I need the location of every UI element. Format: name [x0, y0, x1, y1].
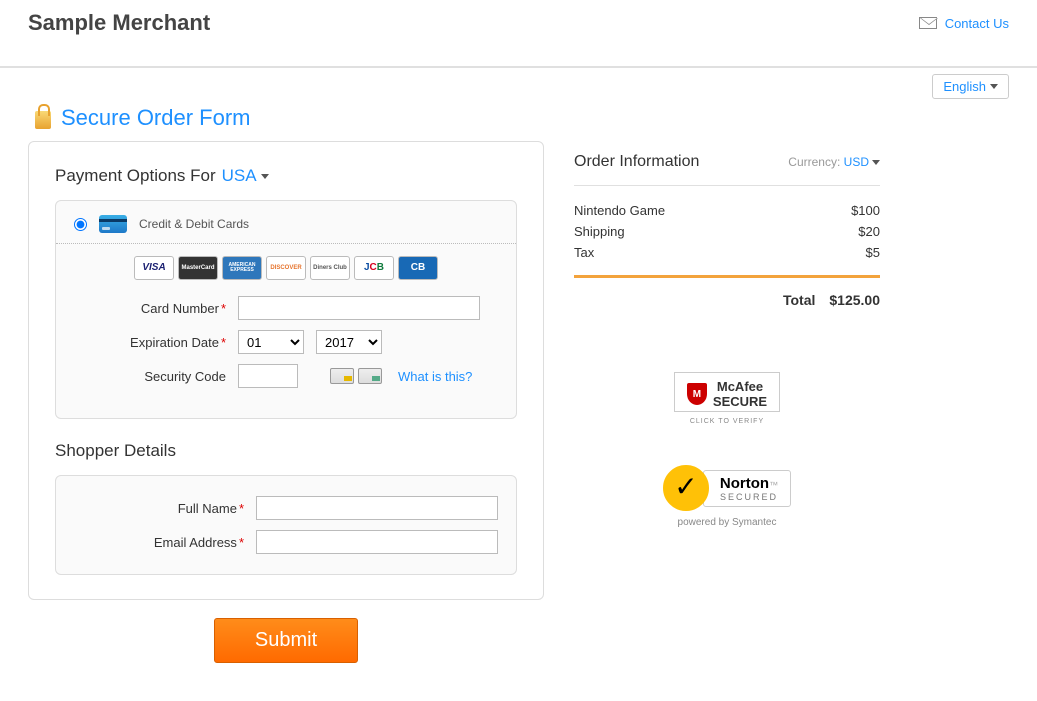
merchant-name: Sample Merchant: [28, 10, 210, 36]
mcafee-shield-icon: M: [687, 383, 707, 405]
chevron-down-icon: [261, 174, 269, 179]
amex-logo: AMERICAN EXPRESS: [222, 256, 262, 280]
full-name-input[interactable]: [256, 496, 498, 520]
payment-country: USA: [222, 166, 257, 186]
order-items-list: Nintendo Game $100 Shipping $20 Tax $5: [574, 186, 880, 278]
credit-card-icon: [99, 215, 127, 233]
mcafee-verify-label: CLICK TO VERIFY: [674, 418, 780, 425]
mcafee-badge: M McAfee SECURE: [674, 372, 780, 412]
email-input[interactable]: [256, 530, 498, 554]
what-is-this-link[interactable]: What is this?: [398, 369, 472, 384]
card-number-row: Card Number*: [56, 296, 516, 320]
order-line: Tax $5: [574, 242, 880, 263]
order-total-amount: $125.00: [829, 292, 880, 308]
contact-us-link[interactable]: Contact Us: [945, 16, 1009, 31]
cvv-card-back-icon: [330, 368, 354, 384]
exp-month-select[interactable]: 01: [238, 330, 304, 354]
mcafee-badge-wrap[interactable]: M McAfee SECURE CLICK TO VERIFY: [674, 372, 780, 425]
order-line: Shipping $20: [574, 221, 880, 242]
order-item-price: $5: [866, 245, 880, 260]
visa-logo: VISA: [134, 256, 174, 280]
norton-name: Norton: [720, 475, 769, 492]
payment-method-label: Credit & Debit Cards: [139, 217, 249, 231]
security-code-label: Security Code: [56, 369, 226, 384]
mcafee-content: M McAfee SECURE: [687, 379, 767, 409]
order-item-price: $100: [851, 203, 880, 218]
lock-icon: [35, 111, 51, 129]
currency-label: Currency:: [788, 155, 840, 169]
order-item-price: $20: [858, 224, 880, 239]
mail-icon: [919, 17, 937, 29]
submit-row: Submit: [28, 600, 544, 681]
payment-method-radio[interactable]: [74, 218, 87, 231]
language-selector[interactable]: English: [932, 74, 1009, 99]
shopper-details-box: Full Name* Email Address*: [55, 475, 517, 575]
order-sidebar: Order Information Currency: USD Nintendo…: [574, 141, 880, 528]
diners-logo: Diners Club: [310, 256, 350, 280]
payment-country-selector[interactable]: USA: [222, 166, 269, 186]
currency-selector-wrap: Currency: USD: [788, 155, 880, 169]
top-bar: Sample Merchant Contact Us: [0, 0, 1037, 68]
security-code-input[interactable]: [238, 364, 298, 388]
order-header-row: Order Information Currency: USD: [574, 141, 880, 186]
order-item-name: Nintendo Game: [574, 203, 665, 218]
order-item-name: Shipping: [574, 224, 625, 239]
norton-secured: SECURED: [720, 492, 778, 502]
cvv-card-front-icon: [358, 368, 382, 384]
left-column: Payment Options For USA Credit & Debit C…: [28, 141, 544, 681]
payment-options-title: Payment Options For USA: [55, 166, 517, 186]
chevron-down-icon: [990, 84, 998, 89]
norton-badge[interactable]: ✓ Norton™ SECURED powered by Symantec: [663, 465, 791, 528]
exp-year-select[interactable]: 2017: [316, 330, 382, 354]
order-item-name: Tax: [574, 245, 594, 260]
expiration-row: Expiration Date* 01 2017: [56, 330, 516, 354]
norton-text-box: Norton™ SECURED: [703, 470, 791, 507]
payment-method-box: Credit & Debit Cards VISA MasterCard AME…: [55, 200, 517, 419]
norton-powered: powered by Symantec: [663, 517, 791, 528]
trust-badges: M McAfee SECURE CLICK TO VERIFY ✓ Norton…: [574, 322, 880, 528]
secure-order-header: Secure Order Form: [0, 105, 1037, 141]
submit-button[interactable]: Submit: [214, 618, 358, 663]
expiration-label: Expiration Date*: [56, 335, 226, 350]
contact-us-wrap: Contact Us: [919, 16, 1009, 31]
email-row: Email Address*: [74, 530, 498, 554]
chevron-down-icon: [872, 160, 880, 165]
order-line: Nintendo Game $100: [574, 200, 880, 221]
card-number-label: Card Number*: [56, 301, 226, 316]
discover-logo: DISCOVER: [266, 256, 306, 280]
language-row: English: [0, 68, 1037, 105]
card-logo-row: VISA MasterCard AMERICAN EXPRESS DISCOVE…: [56, 244, 516, 296]
secure-order-title: Secure Order Form: [61, 105, 251, 131]
currency-code: USD: [844, 155, 869, 169]
security-code-row: Security Code What is this?: [56, 364, 516, 388]
content-area: Payment Options For USA Credit & Debit C…: [0, 141, 1037, 701]
mcafee-text: McAfee SECURE: [713, 379, 767, 409]
card-number-input[interactable]: [238, 296, 480, 320]
cb-logo: CB: [398, 256, 438, 280]
currency-selector[interactable]: USD: [844, 155, 880, 169]
jcb-logo: JCB: [354, 256, 394, 280]
full-name-row: Full Name*: [74, 496, 498, 520]
language-current: English: [943, 79, 986, 94]
order-info-title: Order Information: [574, 153, 699, 171]
email-label: Email Address*: [74, 535, 244, 550]
norton-row: ✓ Norton™ SECURED: [663, 465, 791, 511]
shopper-details-title: Shopper Details: [55, 441, 517, 461]
payment-panel: Payment Options For USA Credit & Debit C…: [28, 141, 544, 600]
payment-options-prefix: Payment Options For: [55, 166, 216, 186]
norton-check-icon: ✓: [663, 465, 709, 511]
payment-method-header: Credit & Debit Cards: [56, 201, 516, 244]
order-total-label: Total: [783, 292, 815, 308]
order-total-row: Total $125.00: [574, 278, 880, 322]
cvv-hint-icons: [330, 368, 382, 384]
mastercard-logo: MasterCard: [178, 256, 218, 280]
full-name-label: Full Name*: [74, 501, 244, 516]
